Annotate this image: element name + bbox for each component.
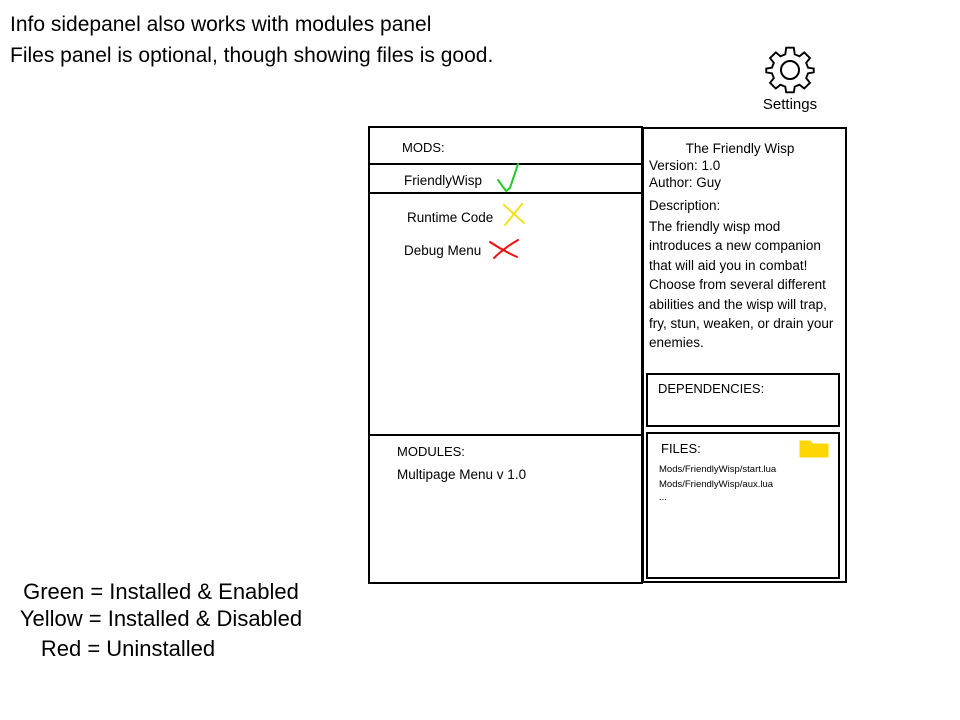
dependencies-heading: DEPENDENCIES: [658, 381, 765, 396]
file-item[interactable]: Mods/FriendlyWisp/start.lua [659, 464, 776, 475]
mods-heading: MODS: [402, 140, 445, 155]
folder-icon[interactable] [799, 438, 829, 458]
file-item[interactable]: Mods/FriendlyWisp/aux.lua [659, 479, 773, 490]
mod-title: The Friendly Wisp [685, 141, 795, 156]
description-label: Description: [649, 198, 721, 213]
gear-icon [765, 46, 815, 94]
mod-author: Author: Guy [649, 175, 722, 190]
legend-yellow: Yellow = Installed & Disabled [19, 606, 303, 631]
mod-label: FriendlyWisp [404, 173, 483, 188]
mod-item-friendlywisp[interactable]: FriendlyWisp [404, 173, 482, 188]
modules-heading: MODULES: [397, 444, 465, 459]
note-info-sidepanel: Info sidepanel also works with modules p… [10, 13, 432, 36]
x-icon [489, 239, 519, 259]
file-item-ellipsis: ... [659, 492, 667, 503]
mod-label: Runtime Code [407, 210, 494, 225]
info-panel: The Friendly Wisp Version: 1.0 Author: G… [642, 127, 847, 583]
legend-red: Red = Uninstalled [40, 636, 216, 661]
check-icon [497, 163, 519, 193]
note-files-panel: Files panel is optional, though showing … [10, 44, 494, 67]
mods-panel: MODS: FriendlyWisp Runtime Code Debug Me… [368, 126, 643, 584]
files-box: FILES: Mods/FriendlyWisp/start.lua Mods/… [646, 432, 840, 579]
mod-label: Debug Menu [404, 243, 482, 258]
mod-item-runtime-code[interactable]: Runtime Code [407, 210, 493, 225]
mod-version: Version: 1.0 [649, 158, 721, 173]
mod-description: The friendly wisp mod introduces a new c… [649, 219, 834, 351]
settings-label[interactable]: Settings [752, 96, 828, 113]
x-icon [503, 203, 525, 226]
dependencies-box: DEPENDENCIES: [646, 373, 840, 427]
files-heading: FILES: [661, 441, 701, 456]
module-item-multipage-menu[interactable]: Multipage Menu v 1.0 [397, 467, 526, 482]
settings-gear-icon[interactable] [762, 42, 818, 98]
modules-divider [368, 434, 642, 436]
mod-item-debug-menu[interactable]: Debug Menu [404, 243, 481, 258]
legend-green: Green = Installed & Enabled [23, 579, 299, 604]
